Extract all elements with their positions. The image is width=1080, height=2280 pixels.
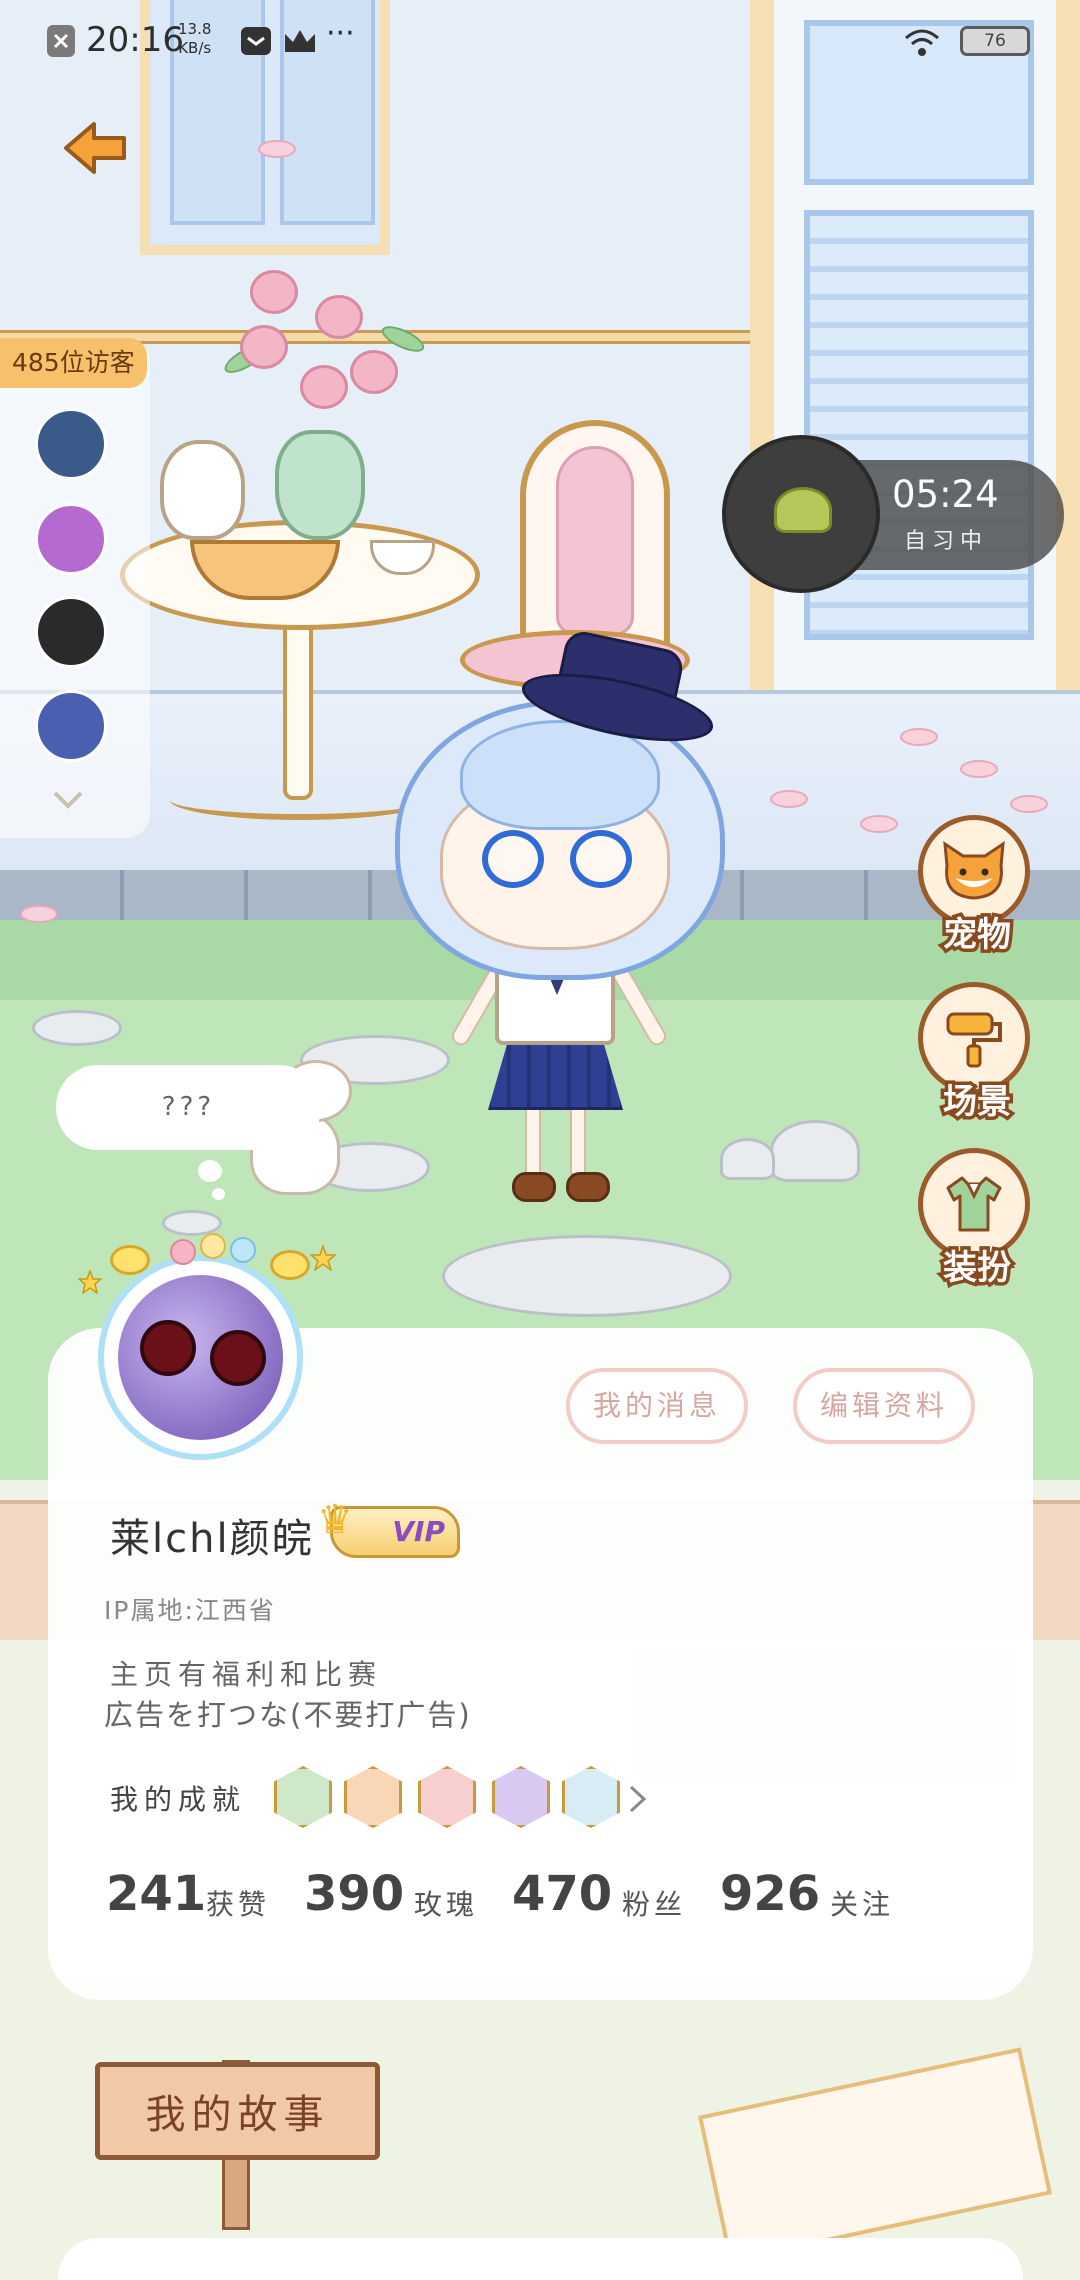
petal	[860, 815, 898, 833]
visitors-panel[interactable]: 485位访客	[0, 338, 150, 838]
character-leg	[570, 1105, 586, 1175]
fans-label: 粉丝	[622, 1888, 687, 1921]
character-skirt	[488, 1040, 623, 1110]
flower	[300, 365, 348, 409]
character-leg	[525, 1105, 541, 1175]
stepping-stone	[442, 1235, 732, 1317]
pet-label: 宠物	[940, 912, 1015, 959]
petal	[770, 790, 808, 808]
avatar-eye	[140, 1320, 196, 1376]
petal	[258, 140, 296, 158]
username: 莱lchl颜皖	[110, 1516, 314, 1562]
character-shoe	[512, 1172, 556, 1202]
rock	[770, 1120, 860, 1182]
sprout-icon	[774, 487, 832, 533]
close-notification-icon	[47, 25, 75, 57]
status-time: 20:16	[86, 20, 184, 60]
following-count[interactable]: 926	[720, 1866, 820, 1922]
bio-line: 広告を打つな(不要打广告)	[104, 1698, 472, 1732]
petal	[960, 760, 998, 778]
fans-count[interactable]: 470	[512, 1866, 612, 1922]
likes-count[interactable]: 241	[106, 1866, 206, 1922]
crown-icon: ♛	[317, 1497, 353, 1543]
ip-location: IP属地:江西省	[104, 1596, 276, 1625]
my-messages-button[interactable]: 我的消息	[566, 1368, 748, 1444]
speech-dot	[212, 1188, 225, 1200]
edit-profile-button[interactable]: 编辑资料	[793, 1368, 975, 1444]
achievement-badge[interactable]	[562, 1766, 620, 1828]
character-shoe	[566, 1172, 610, 1202]
avatar-bow	[110, 1245, 150, 1275]
avatar-flower	[200, 1233, 226, 1259]
character-glasses	[482, 830, 544, 888]
visitor-avatar[interactable]	[35, 690, 107, 762]
scene-label: 场景	[940, 1079, 1015, 1126]
vip-badge[interactable]: ♛ VIP	[317, 1497, 460, 1558]
chevron-right-icon[interactable]	[628, 1784, 648, 1814]
table-foot	[170, 780, 430, 820]
app-notification-icon	[241, 27, 271, 55]
scene-button[interactable]: 场景	[918, 982, 1036, 1137]
avatar-eye	[210, 1330, 266, 1386]
likes-label: 获赞	[206, 1888, 271, 1921]
dress-up-button[interactable]: 装扮	[918, 1148, 1036, 1303]
visitor-avatar[interactable]	[35, 503, 107, 575]
battery-indicator: 76	[960, 26, 1030, 56]
study-timer[interactable]: 05:24 自习中	[722, 435, 1064, 593]
speech-bubble: ???	[56, 1065, 321, 1150]
following-label: 关注	[830, 1888, 895, 1921]
network-speed: 13.8 KB/s	[178, 20, 212, 57]
status-bar: 20:16 13.8 KB/s ··· 76	[0, 0, 1080, 80]
achievements-label[interactable]: 我的成就	[110, 1778, 246, 1818]
profile-avatar[interactable]	[60, 1225, 340, 1465]
avatar-flower	[170, 1239, 196, 1265]
timer-circle	[722, 435, 880, 593]
shirt-icon	[946, 1176, 1002, 1232]
visitor-avatar[interactable]	[35, 596, 107, 668]
petal	[20, 905, 58, 923]
achievement-badge[interactable]	[492, 1766, 550, 1828]
achievement-badge[interactable]	[274, 1766, 332, 1828]
roses-count[interactable]: 390	[304, 1866, 404, 1922]
star-icon	[78, 1270, 102, 1294]
my-story-sign[interactable]: 我的故事	[95, 2062, 380, 2160]
avatar-bow	[270, 1250, 310, 1280]
character-glasses	[570, 830, 632, 888]
flower	[250, 270, 298, 314]
pet-button[interactable]: 宠物	[918, 815, 1036, 970]
timer-status: 自习中	[904, 529, 989, 554]
star-icon	[310, 1245, 336, 1271]
story-panel	[58, 2238, 1023, 2280]
bio-line: 主页有福利和比赛	[110, 1658, 383, 1691]
chevron-down-icon[interactable]	[52, 790, 84, 810]
visitors-count[interactable]: 485位访客	[0, 338, 147, 388]
back-arrow-icon[interactable]	[60, 118, 130, 178]
speech-dot	[198, 1160, 222, 1182]
achievement-badge[interactable]	[344, 1766, 402, 1828]
crown-notification-icon	[285, 30, 315, 52]
wifi-icon	[905, 29, 939, 56]
achievement-badge[interactable]	[418, 1766, 476, 1828]
cat-icon	[943, 841, 1005, 900]
teapot	[160, 440, 245, 540]
timer-value: 05:24	[892, 473, 999, 516]
stepping-stone	[32, 1010, 122, 1046]
table-leg	[283, 610, 313, 800]
rock	[720, 1138, 775, 1180]
flower	[240, 325, 288, 369]
dress-up-label: 装扮	[940, 1245, 1015, 1292]
petal	[900, 728, 938, 746]
more-notifications-icon: ···	[326, 16, 355, 51]
flower	[315, 295, 363, 339]
paint-roller-icon	[946, 1012, 1002, 1068]
petal	[1010, 795, 1048, 813]
vase	[275, 430, 365, 540]
avatar-flower	[230, 1237, 256, 1263]
visitor-avatar[interactable]	[35, 408, 107, 480]
flower	[350, 350, 398, 394]
roses-label: 玫瑰	[414, 1888, 479, 1921]
